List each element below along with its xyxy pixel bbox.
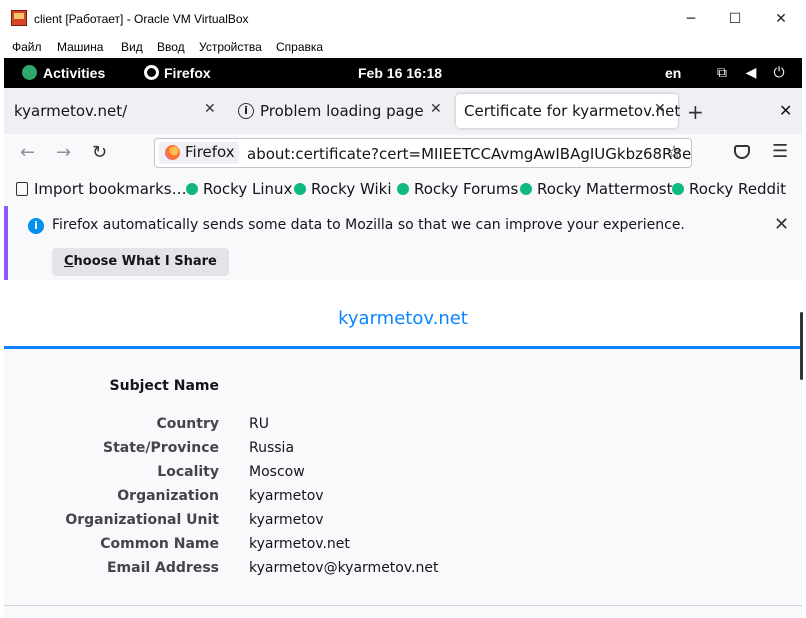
close-tab-icon[interactable]: ✕ — [430, 101, 442, 117]
active-tab-underline — [4, 346, 802, 349]
bookmark-rocky-mattermost[interactable]: Rocky Mattermost — [520, 180, 672, 198]
maximize-button[interactable]: ☐ — [720, 6, 750, 32]
menu-devices[interactable]: Устройства — [199, 40, 262, 54]
section-divider — [4, 605, 802, 606]
field-value: kyarmetov — [249, 512, 324, 528]
menu-machine[interactable]: Машина — [57, 40, 103, 54]
field-label: Country — [156, 416, 219, 432]
info-icon: i — [28, 218, 44, 234]
tab-label: Certificate for kyarmetov.net — [464, 102, 681, 120]
clock[interactable]: Feb 16 16:18 — [358, 65, 442, 81]
network-icon[interactable]: ⧉ — [713, 64, 731, 82]
virtualbox-app-icon — [11, 10, 27, 26]
rocky-icon — [294, 183, 306, 195]
menu-view[interactable]: Вид — [121, 40, 143, 54]
bookmark-rocky-linux[interactable]: Rocky Linux — [186, 180, 292, 198]
bookmark-import[interactable]: Import bookmarks… — [16, 180, 187, 198]
tab-bar: kyarmetov.net/ ✕ i Problem loading page … — [4, 88, 802, 134]
firefox-logo-icon — [165, 145, 180, 160]
gnome-top-bar: Activities Firefox Feb 16 16:18 en ⧉ ◀ ⏻ — [4, 58, 802, 88]
window-title: client [Работает] - Oracle VM VirtualBox — [34, 12, 249, 26]
certificate-title[interactable]: kyarmetov.net — [4, 308, 802, 329]
power-icon[interactable]: ⏻ — [770, 64, 788, 82]
rocky-icon — [397, 183, 409, 195]
info-icon: i — [238, 103, 254, 119]
menu-file[interactable]: Файл — [12, 40, 42, 54]
virtualbox-menubar: Файл Машина Вид Ввод Устройства Справка — [0, 38, 806, 58]
rocky-icon — [672, 183, 684, 195]
scrollbar[interactable] — [800, 312, 803, 380]
keyboard-language[interactable]: en — [665, 65, 681, 81]
url-text[interactable]: about:certificate?cert=MIIEETCCAvmgAwIBA… — [247, 145, 691, 163]
rocky-logo-icon — [22, 65, 37, 80]
field-label: State/Province — [103, 440, 219, 456]
close-tab-icon[interactable]: ✕ — [654, 101, 666, 117]
field-label: Organization — [117, 488, 219, 504]
virtualbox-titlebar: client [Работает] - Oracle VM VirtualBox… — [0, 0, 806, 38]
new-tab-icon[interactable]: + — [687, 100, 704, 124]
certificate-tab-header: kyarmetov.net — [4, 280, 802, 349]
tab-kyarmetov[interactable]: kyarmetov.net/ ✕ — [4, 94, 224, 128]
reload-icon[interactable]: ↻ — [92, 142, 107, 163]
field-value: Russia — [249, 440, 295, 456]
bookmark-rocky-reddit[interactable]: Rocky Reddit — [672, 180, 786, 198]
pocket-icon[interactable] — [734, 145, 750, 159]
field-label: Email Address — [106, 560, 219, 576]
firefox-icon — [144, 65, 159, 80]
tab-certificate[interactable]: Certificate for kyarmetov.net ✕ — [456, 94, 681, 128]
tab-label: Problem loading page — [260, 102, 424, 120]
volume-icon[interactable]: ◀ — [742, 64, 760, 82]
rocky-icon — [520, 183, 532, 195]
field-label: Common Name — [100, 536, 219, 552]
rocky-icon — [186, 183, 198, 195]
back-icon[interactable]: ← — [20, 142, 35, 163]
close-window-button[interactable]: ✕ — [766, 6, 796, 32]
field-value: kyarmetov@kyarmetov.net — [249, 560, 439, 576]
data-sharing-notification: i Firefox automatically sends some data … — [4, 206, 802, 280]
import-icon — [16, 182, 28, 196]
bookmark-star-icon[interactable]: ☆ — [666, 142, 682, 163]
field-value: RU — [249, 416, 269, 432]
close-tab-icon[interactable]: ✕ — [204, 101, 216, 117]
bookmark-rocky-forums[interactable]: Rocky Forums — [397, 180, 518, 198]
certificate-page: kyarmetov.net Subject Name Country RU St… — [4, 280, 803, 618]
notification-message: Firefox automatically sends some data to… — [52, 217, 685, 233]
menu-help[interactable]: Справка — [276, 40, 323, 54]
section-heading: Subject Name — [109, 378, 219, 394]
tab-problem-loading[interactable]: i Problem loading page ✕ — [232, 94, 452, 128]
field-value: Moscow — [249, 464, 305, 480]
hamburger-menu-icon[interactable]: ☰ — [772, 141, 788, 162]
identity-box[interactable]: Firefox — [159, 142, 239, 164]
menu-input[interactable]: Ввод — [157, 40, 185, 54]
bookmark-rocky-wiki[interactable]: Rocky Wiki — [294, 180, 392, 198]
field-value: kyarmetov.net — [249, 536, 350, 552]
tab-label: kyarmetov.net/ — [14, 102, 128, 120]
minimize-button[interactable]: ─ — [676, 6, 706, 32]
navigation-bar: ← → ↻ Firefox about:certificate?cert=MII… — [4, 134, 802, 172]
identity-label: Firefox — [185, 143, 235, 161]
url-bar[interactable]: Firefox about:certificate?cert=MIIEETCCA… — [154, 138, 692, 168]
choose-what-i-share-button[interactable]: Choose What I Share — [52, 248, 229, 276]
close-firefox-icon[interactable]: ✕ — [779, 101, 792, 120]
close-notification-icon[interactable]: ✕ — [774, 214, 789, 235]
bookmarks-toolbar: Import bookmarks… Rocky Linux Rocky Wiki… — [4, 172, 802, 206]
field-label: Locality — [157, 464, 219, 480]
field-label: Organizational Unit — [65, 512, 219, 528]
forward-icon[interactable]: → — [56, 142, 71, 163]
field-value: kyarmetov — [249, 488, 324, 504]
